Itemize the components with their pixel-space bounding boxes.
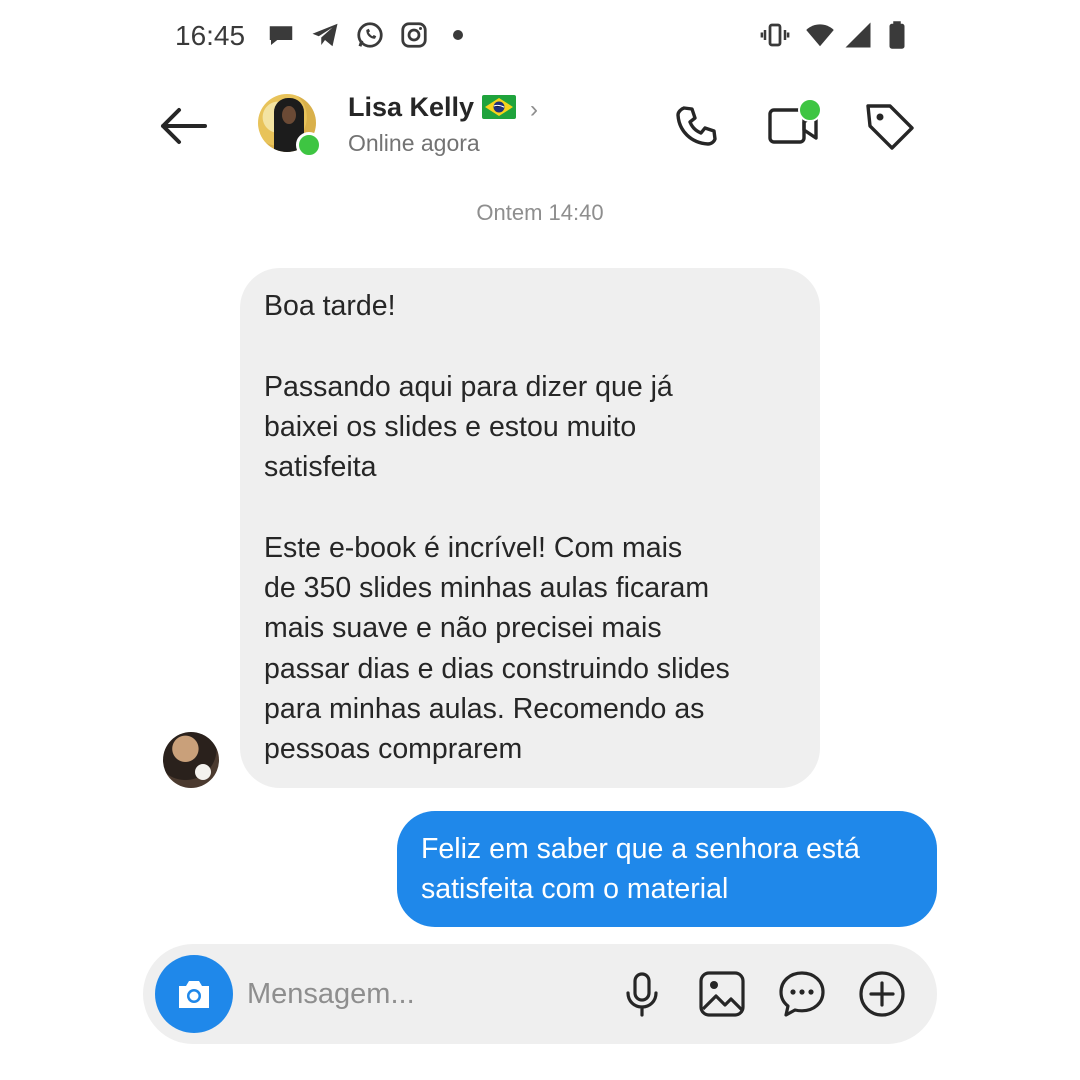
chevron-right-icon[interactable]: › — [530, 96, 538, 124]
instagram-icon — [399, 20, 429, 50]
contact-avatar[interactable] — [258, 94, 322, 158]
incoming-message-text: Boa tarde! Passando aqui para dizer que … — [264, 290, 730, 766]
wifi-icon — [805, 20, 835, 50]
message-input[interactable] — [247, 972, 587, 1016]
sender-avatar[interactable] — [163, 732, 219, 788]
phone-icon[interactable] — [668, 98, 724, 154]
back-arrow-icon[interactable] — [155, 102, 211, 150]
plus-icon[interactable] — [857, 969, 907, 1019]
gallery-icon[interactable] — [697, 969, 747, 1019]
incoming-message-bubble[interactable]: Boa tarde! Passando aqui para dizer que … — [240, 268, 820, 788]
video-icon[interactable] — [766, 98, 822, 154]
brazil-flag-icon — [482, 95, 517, 119]
microphone-icon[interactable] — [617, 969, 667, 1019]
sticker-icon[interactable] — [777, 969, 827, 1019]
clock: 16:45 — [175, 20, 246, 51]
contact-name-text: Lisa Kelly — [348, 92, 475, 122]
chat-bubble-icon — [266, 20, 296, 50]
battery-icon — [882, 20, 912, 50]
contact-status: Online agora — [348, 130, 480, 156]
signal-icon — [843, 20, 873, 50]
online-status-dot — [296, 132, 322, 158]
camera-icon — [179, 981, 209, 1008]
chat-header: Lisa Kelly › Online agora — [0, 80, 1080, 180]
whatsapp-icon — [355, 20, 385, 50]
tag-icon[interactable] — [862, 98, 918, 154]
camera-button[interactable] — [155, 955, 233, 1033]
outgoing-message-text: Feliz em saber que a senhora está satisf… — [421, 833, 860, 906]
contact-name[interactable]: Lisa Kelly — [348, 92, 517, 123]
video-active-dot — [798, 98, 822, 122]
outgoing-message-bubble[interactable]: Feliz em saber que a senhora está satisf… — [397, 811, 937, 927]
dot-icon — [443, 20, 473, 50]
message-timestamp: Ontem 14:40 — [476, 200, 604, 225]
message-composer — [143, 944, 937, 1044]
status-bar: 16:45 — [0, 0, 1080, 72]
telegram-icon — [310, 20, 340, 50]
vibrate-icon — [760, 20, 790, 50]
